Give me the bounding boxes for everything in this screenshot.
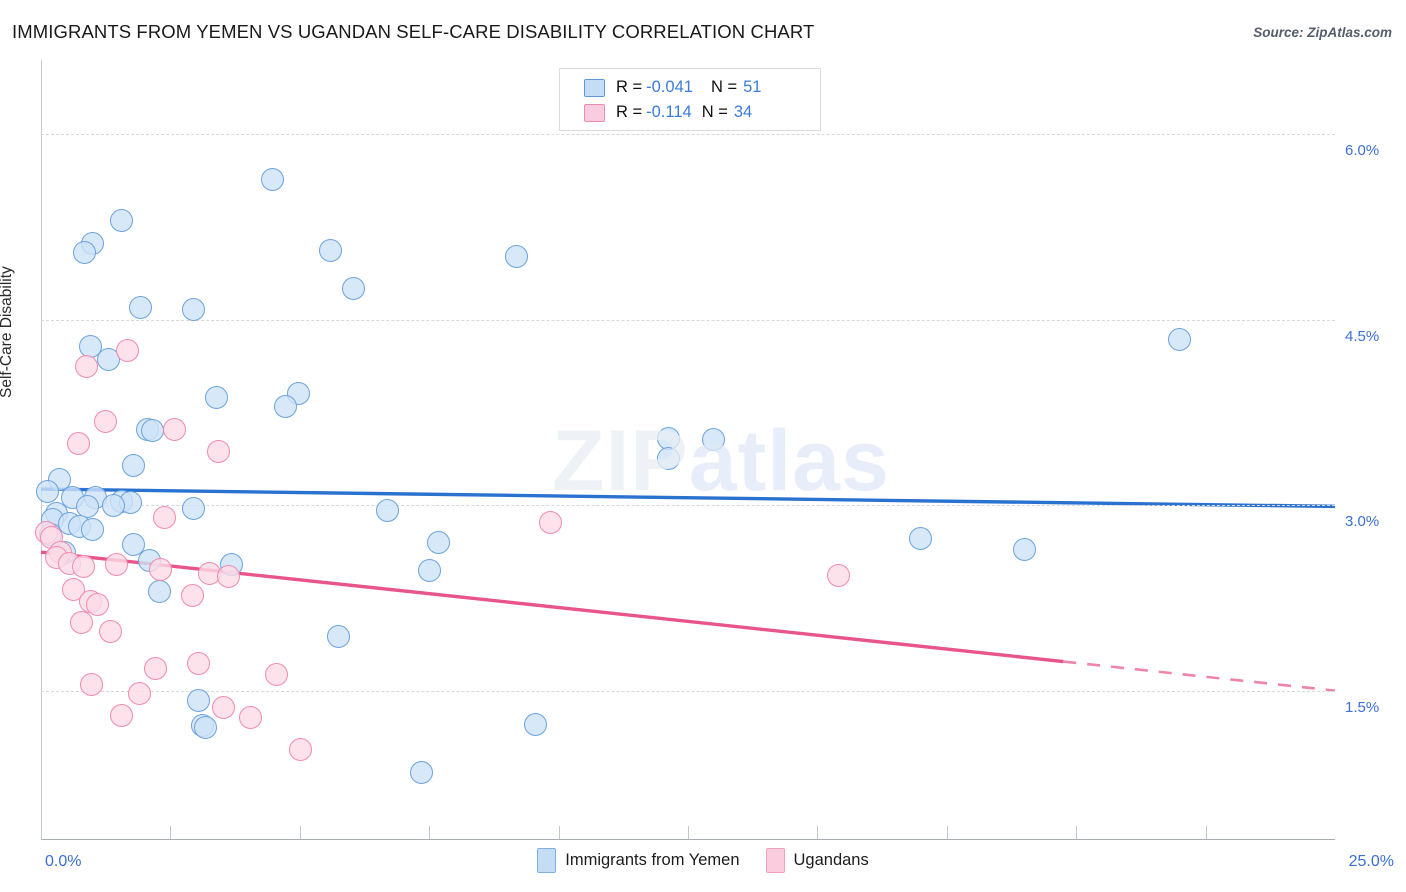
swatch-pink-icon — [584, 103, 605, 122]
n-value-pink: 34 — [733, 103, 753, 121]
source-attribution: Source: ZipAtlas.com — [1253, 25, 1392, 40]
legend-label-yemen: Immigrants from Yemen — [565, 851, 740, 869]
scatter-point[interactable] — [101, 493, 125, 517]
zipatlas-watermark: ZIPatlas — [552, 412, 890, 511]
scatter-point[interactable] — [127, 681, 151, 705]
legend-label-ugandans: Ugandans — [793, 851, 869, 869]
scatter-point[interactable] — [376, 498, 400, 522]
legend-item-ugandans[interactable]: Ugandans — [765, 848, 869, 873]
scatter-point[interactable] — [265, 663, 288, 687]
scatter-point[interactable] — [211, 696, 235, 720]
scatter-point[interactable] — [109, 209, 133, 233]
scatter-point[interactable] — [409, 760, 433, 784]
scatter-point[interactable] — [86, 592, 110, 616]
scatter-point[interactable] — [128, 295, 152, 319]
series-legend: Immigrants from Yemen Ugandans — [0, 848, 1406, 873]
scatter-point[interactable] — [826, 564, 850, 588]
y-axis-tick-label: 4.5% — [1345, 327, 1380, 345]
x-axis-tick — [688, 826, 689, 839]
x-axis-tick — [429, 826, 431, 839]
watermark-zip: ZIP — [552, 413, 689, 509]
legend-item-yemen[interactable]: Immigrants from Yemen — [537, 848, 740, 873]
r-value-blue: -0.041 — [646, 78, 693, 96]
scatter-point[interactable] — [109, 703, 133, 727]
scatter-point[interactable] — [523, 712, 547, 736]
n-value-blue: 51 — [743, 78, 762, 96]
scatter-point[interactable] — [327, 624, 351, 648]
scatter-point[interactable] — [152, 506, 176, 529]
watermark-atlas: atlas — [688, 413, 890, 509]
r-label-pink: R = — [616, 103, 643, 121]
scatter-point[interactable] — [1012, 538, 1036, 562]
x-axis-tick — [817, 826, 819, 839]
legend-swatch-pink-icon — [765, 848, 785, 873]
scatter-point[interactable] — [80, 672, 104, 696]
legend-swatch-blue-icon — [537, 848, 557, 873]
gridline-y — [41, 319, 1335, 321]
x-axis-tick — [299, 826, 301, 839]
scatter-point[interactable] — [504, 245, 528, 269]
x-axis-line — [41, 839, 1335, 840]
correlation-stats-legend: R = -0.041 N = 51 R = -0.114 N = 34 — [559, 68, 821, 131]
scatter-point[interactable] — [121, 454, 145, 478]
stats-row-ugandans: R = -0.114 N = 34 — [584, 100, 820, 125]
y-axis-title: Self-Care Disability — [0, 266, 15, 398]
swatch-blue-icon — [584, 78, 605, 97]
scatter-point[interactable] — [273, 394, 297, 418]
r-label-blue: R = — [616, 78, 643, 96]
x-axis-tick — [558, 826, 560, 839]
scatter-point[interactable] — [147, 580, 171, 604]
scatter-point[interactable] — [94, 409, 118, 433]
scatter-point[interactable] — [35, 480, 59, 504]
scatter-point[interactable] — [66, 431, 90, 455]
scatter-point[interactable] — [1168, 327, 1192, 351]
scatter-point[interactable] — [341, 277, 365, 301]
gridline-y — [41, 134, 1335, 136]
x-axis-tick — [946, 826, 948, 839]
y-axis-tick-label: 6.0% — [1345, 142, 1380, 160]
n-label-pink: N = — [701, 103, 728, 121]
page-title: IMMIGRANTS FROM YEMEN VS UGANDAN SELF-CA… — [12, 21, 815, 42]
chart-page: IMMIGRANTS FROM YEMEN VS UGANDAN SELF-CA… — [0, 0, 1406, 892]
stats-row-yemen: R = -0.041 N = 51 — [584, 75, 820, 100]
gridline-y — [41, 690, 1335, 692]
y-axis-tick-label: 1.5% — [1345, 698, 1380, 716]
scatter-point[interactable] — [206, 440, 230, 464]
x-axis-tick — [1076, 826, 1078, 839]
scatter-point[interactable] — [427, 530, 451, 554]
y-axis-tick-label: 3.0% — [1345, 513, 1380, 531]
scatter-point[interactable] — [99, 619, 123, 643]
x-axis-tick — [1205, 826, 1207, 839]
trend-line-dashed — [1063, 660, 1336, 692]
scatter-point[interactable] — [69, 611, 93, 635]
scatter-point[interactable] — [417, 559, 441, 583]
n-label-blue: N = — [710, 78, 738, 96]
r-value-pink: -0.114 — [646, 103, 692, 121]
scatter-point[interactable] — [104, 552, 128, 576]
scatter-point[interactable] — [148, 557, 172, 581]
scatter-point[interactable] — [180, 583, 204, 607]
x-axis-tick — [170, 826, 172, 839]
